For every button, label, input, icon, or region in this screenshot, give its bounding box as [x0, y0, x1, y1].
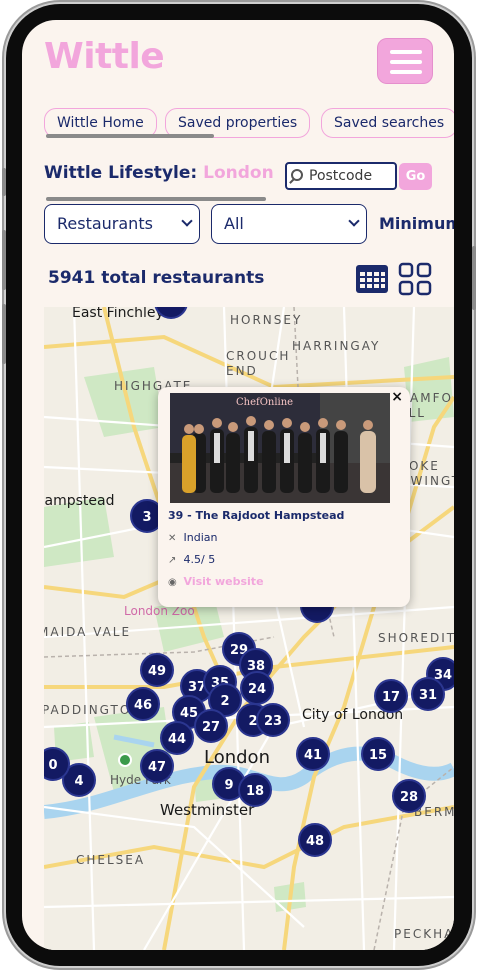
map-cluster-marker[interactable]: 31 — [411, 677, 445, 711]
lifestyle-city[interactable]: London — [203, 163, 274, 183]
map-cluster-marker[interactable]: 46 — [126, 687, 160, 721]
restaurant-popup: ChefOnline × 39 - The Rajdoot Hampstead … — [158, 387, 410, 607]
map-label-london: London — [204, 747, 270, 768]
cutlery-icon: ✕ — [168, 533, 177, 544]
map-cluster-marker[interactable]: 18 — [238, 773, 272, 807]
map-cluster-marker[interactable]: 41 — [296, 737, 330, 771]
map-cluster-marker[interactable]: 15 — [361, 737, 395, 771]
photo-caption-chefonline: ChefOnline — [236, 397, 294, 408]
lifestyle-label: Wittle Lifestyle: — [44, 163, 198, 183]
restaurant-map[interactable]: East Finchley HORNSEY HARRINGAY CROUCH E… — [44, 307, 454, 950]
side-button-volume-down — [2, 304, 6, 364]
restaurant-photo-image — [170, 393, 390, 503]
map-cluster-marker[interactable]: 49 — [140, 653, 174, 687]
restaurant-cuisine: ✕ Indian — [168, 531, 217, 544]
postcode-placeholder: Postcode — [309, 168, 373, 184]
go-button[interactable]: Go — [399, 163, 432, 190]
map-cluster-marker[interactable]: 27 — [194, 709, 228, 743]
nav-tabs: Wittle Home Saved properties Saved searc… — [44, 108, 454, 148]
lifestyle-scrollbar[interactable] — [46, 197, 266, 201]
map-cluster-marker[interactable]: 24 — [240, 671, 274, 705]
restaurant-photo: ChefOnline — [170, 393, 390, 503]
table-view-icon[interactable] — [355, 262, 389, 296]
side-button-power — [472, 246, 476, 310]
grid-view-icon[interactable] — [398, 262, 432, 296]
hyde-park-marker-icon — [118, 753, 132, 767]
minimum-filter-label[interactable]: Minimum — [379, 214, 454, 233]
map-label-east-finchley: East Finchley — [72, 307, 164, 321]
map-cluster-marker[interactable]: 28 — [392, 779, 426, 813]
map-label-harringay: HARRINGAY — [292, 339, 381, 353]
map-label-westminster: Westminster — [160, 801, 255, 819]
rating-text: 4.5/ 5 — [183, 553, 216, 566]
map-cluster-marker[interactable]: 47 — [140, 749, 174, 783]
menu-icon — [390, 50, 422, 54]
map-label-hornsey: HORNSEY — [230, 313, 303, 327]
side-button-silent — [2, 168, 6, 196]
side-button-volume-up — [2, 230, 6, 290]
menu-icon-bar — [390, 70, 422, 74]
map-label-hampstead: Hampstead — [44, 493, 115, 509]
search-icon — [291, 169, 303, 181]
map-cluster-marker[interactable]: 23 — [256, 703, 290, 737]
chevron-down-icon — [348, 215, 360, 227]
lifestyle-heading: Wittle Lifestyle: London — [44, 163, 274, 183]
postcode-input[interactable]: Postcode — [285, 162, 397, 190]
tab-saved-searches[interactable]: Saved searches — [321, 108, 454, 138]
cuisine-value: All — [224, 214, 244, 233]
eyes-icon: ◉ — [168, 577, 177, 588]
cuisine-select[interactable]: All — [211, 204, 367, 244]
map-cluster-marker[interactable]: 17 — [374, 679, 408, 713]
map-label-shoreditch: SHOREDITCH — [378, 631, 454, 645]
map-label-peckham: PECKHAM — [394, 927, 454, 941]
chevron-down-icon — [181, 215, 193, 227]
wittle-logo[interactable]: Wittle — [44, 36, 165, 77]
restaurant-rating: ↗ 4.5/ 5 — [168, 553, 215, 566]
cuisine-text: Indian — [183, 531, 218, 544]
hamburger-menu-button[interactable] — [377, 38, 433, 84]
visit-website-link[interactable]: Visit website — [184, 575, 264, 588]
category-select[interactable]: Restaurants — [44, 204, 200, 244]
map-label-chelsea: CHELSEA — [76, 853, 146, 867]
map-label-crouch-end: CROUCH END — [226, 349, 291, 378]
chart-icon: ↗ — [168, 555, 177, 566]
map-cluster-marker[interactable]: 44 — [160, 721, 194, 755]
map-label-maida-vale: MAIDA VALE — [44, 625, 132, 639]
screen: Wittle Wittle Home Saved properties Save… — [22, 20, 454, 950]
menu-icon-bar — [390, 60, 422, 64]
restaurant-website: ◉ Visit website — [168, 575, 264, 588]
total-restaurants-count: 5941 total restaurants — [48, 268, 265, 288]
tabs-scrollbar[interactable] — [46, 134, 214, 138]
category-value: Restaurants — [57, 214, 153, 233]
map-cluster-marker[interactable]: 48 — [298, 823, 332, 857]
restaurant-name: 39 - The Rajdoot Hampstead — [168, 509, 345, 522]
popup-close-button[interactable]: × — [391, 389, 403, 405]
